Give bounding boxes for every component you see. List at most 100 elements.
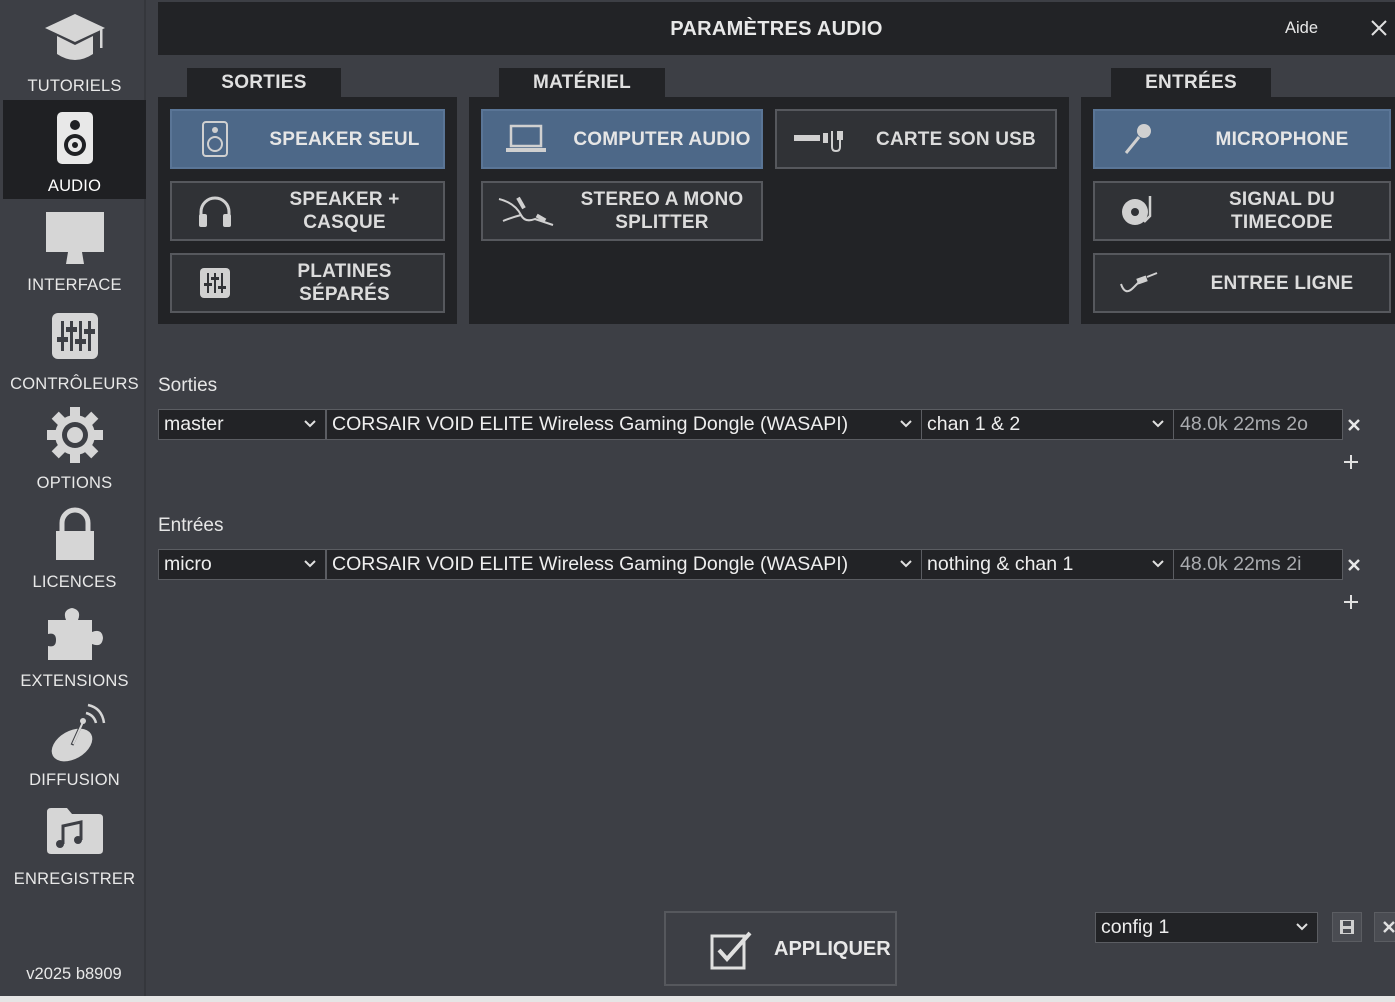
select-value: chan 1 & 2 [927, 413, 1021, 435]
puzzle-icon [3, 603, 146, 663]
line-cable-icon [1103, 261, 1173, 305]
sidebar-item-label: EXTENSIONS [20, 672, 129, 690]
tab-entrees: ENTRÉES [1111, 68, 1271, 98]
headphones-icon [180, 189, 250, 233]
sidebar-item-diffusion[interactable]: DIFFUSION [3, 694, 146, 793]
sidebar-item-label: INTERFACE [27, 276, 122, 294]
chevron-down-icon [304, 420, 316, 428]
laptop-icon [491, 117, 561, 161]
tab-materiel: MATÉRIEL [499, 68, 665, 98]
select-value: micro [164, 553, 212, 575]
checkbox-checked-icon [710, 931, 752, 970]
sidebar-item-label: DIFFUSION [29, 771, 120, 789]
sidebar-item-extensions[interactable]: EXTENSIONS [3, 595, 146, 694]
button-label-line1: STEREO A MONO [580, 189, 744, 210]
sidebar-item-audio[interactable]: AUDIO [3, 100, 146, 199]
button-label: ENTREE LIGNE [1210, 272, 1354, 294]
chevron-down-icon [1296, 923, 1308, 931]
save-config-button[interactable] [1332, 912, 1362, 942]
output-device-select[interactable]: CORSAIR VOID ELITE Wireless Gaming Dongl… [326, 409, 922, 440]
remove-output-button[interactable] [1345, 416, 1363, 434]
carte-son-usb-button[interactable]: CARTE SON USB [775, 109, 1057, 169]
button-label: CARTE SON USB [876, 128, 1036, 150]
select-value: config 1 [1101, 916, 1170, 938]
chevron-down-icon [900, 420, 912, 428]
select-value: CORSAIR VOID ELITE Wireless Gaming Dongl… [332, 413, 849, 435]
plus-icon [1344, 455, 1358, 469]
sidebar-item-interface[interactable]: INTERFACE [3, 199, 146, 298]
add-output-button[interactable] [1341, 452, 1361, 472]
sidebar-item-label: CONTRÔLEURS [10, 375, 139, 393]
speaker-icon [3, 108, 146, 168]
tab-sorties: SORTIES [187, 68, 341, 98]
close-icon [1371, 20, 1387, 36]
chevron-down-icon [1152, 420, 1164, 428]
stereo-mono-splitter-button[interactable]: STEREO A MONO SPLITTER [481, 181, 763, 241]
speaker-seul-button[interactable]: SPEAKER SEUL [170, 109, 445, 169]
speaker-casque-button[interactable]: SPEAKER + CASQUE [170, 181, 445, 241]
chevron-down-icon [1152, 560, 1164, 568]
select-value: CORSAIR VOID ELITE Wireless Gaming Dongl… [332, 553, 849, 575]
output-device-info: 48.0k 22ms 2o [1173, 409, 1343, 440]
music-folder-icon [3, 801, 146, 861]
button-label-line2: CASQUE [303, 212, 386, 233]
apply-label: APPLIQUER [774, 938, 891, 960]
splitter-cable-icon [491, 189, 561, 233]
input-device-select[interactable]: CORSAIR VOID ELITE Wireless Gaming Dongl… [326, 549, 922, 580]
chevron-down-icon [304, 560, 316, 568]
chevron-down-icon [900, 560, 912, 568]
outputs-panel: SPEAKER SEUL SPEAKER + CASQUE PLATINES S… [158, 97, 457, 324]
sidebar-item-label: ENREGISTRER [13, 870, 136, 888]
outputs-section-label: Sorties [158, 375, 218, 396]
signal-timecode-button[interactable]: SIGNAL DU TIMECODE [1093, 181, 1391, 241]
close-icon [1383, 921, 1395, 933]
platines-separes-button[interactable]: PLATINES SÉPARÉS [170, 253, 445, 313]
close-icon [1348, 559, 1360, 571]
hardware-panel: COMPUTER AUDIO CARTE SON USB STEREO A MO… [469, 97, 1069, 324]
title-bar: PARAMÈTRES AUDIO Aide [158, 2, 1395, 55]
sidebar-item-label: OPTIONS [36, 474, 113, 492]
microphone-button[interactable]: MICROPHONE [1093, 109, 1391, 169]
button-label: SPEAKER SEUL [269, 128, 420, 150]
sidebar-item-enregistrer[interactable]: ENREGISTRER [3, 793, 146, 892]
computer-audio-button[interactable]: COMPUTER AUDIO [481, 109, 763, 169]
input-channels-select[interactable]: nothing & chan 1 [921, 549, 1174, 580]
speaker-icon [180, 117, 250, 161]
sidebar-item-controleurs[interactable]: CONTRÔLEURS [3, 298, 146, 397]
sidebar-item-label: LICENCES [32, 573, 117, 591]
inputs-panel: MICROPHONE SIGNAL DU TIMECODE ENTREE LIG… [1081, 97, 1395, 324]
version-label: v2025 b8909 [26, 965, 122, 983]
button-label-line1: PLATINES [297, 261, 392, 282]
output-role-select[interactable]: master [158, 409, 326, 440]
usb-soundcard-icon [781, 117, 865, 161]
page-title: PARAMÈTRES AUDIO [670, 18, 883, 40]
button-label: COMPUTER AUDIO [573, 128, 751, 150]
select-value: master [164, 413, 224, 435]
sidebar-item-licences[interactable]: LICENCES [3, 496, 146, 595]
inputs-section-label: Entrées [158, 515, 224, 536]
sidebar-item-label: TUTORIELS [27, 77, 122, 95]
apply-button[interactable]: APPLIQUER [664, 911, 897, 986]
config-select[interactable]: config 1 [1095, 912, 1318, 943]
gear-icon [3, 405, 146, 465]
remove-input-button[interactable] [1345, 556, 1363, 574]
input-device-info: 48.0k 22ms 2i [1173, 549, 1343, 580]
button-label-line1: SIGNAL DU [1229, 189, 1335, 210]
close-icon [1348, 419, 1360, 431]
microphone-icon [1103, 117, 1173, 161]
help-link[interactable]: Aide [1285, 19, 1318, 38]
button-label-line2: SPLITTER [615, 212, 709, 233]
delete-config-button[interactable] [1374, 912, 1395, 942]
sidebar-item-options[interactable]: OPTIONS [3, 397, 146, 496]
button-label: MICROPHONE [1215, 128, 1349, 150]
mixer-icon [180, 261, 250, 305]
close-button[interactable] [1366, 15, 1392, 41]
button-label-line1: SPEAKER + [289, 189, 400, 210]
entree-ligne-button[interactable]: ENTREE LIGNE [1093, 253, 1391, 313]
save-icon [1340, 920, 1354, 934]
output-channels-select[interactable]: chan 1 & 2 [921, 409, 1174, 440]
add-input-button[interactable] [1341, 592, 1361, 612]
input-role-select[interactable]: micro [158, 549, 326, 580]
select-value: nothing & chan 1 [927, 553, 1074, 575]
sidebar-item-tutoriels[interactable]: TUTORIELS [3, 0, 146, 99]
